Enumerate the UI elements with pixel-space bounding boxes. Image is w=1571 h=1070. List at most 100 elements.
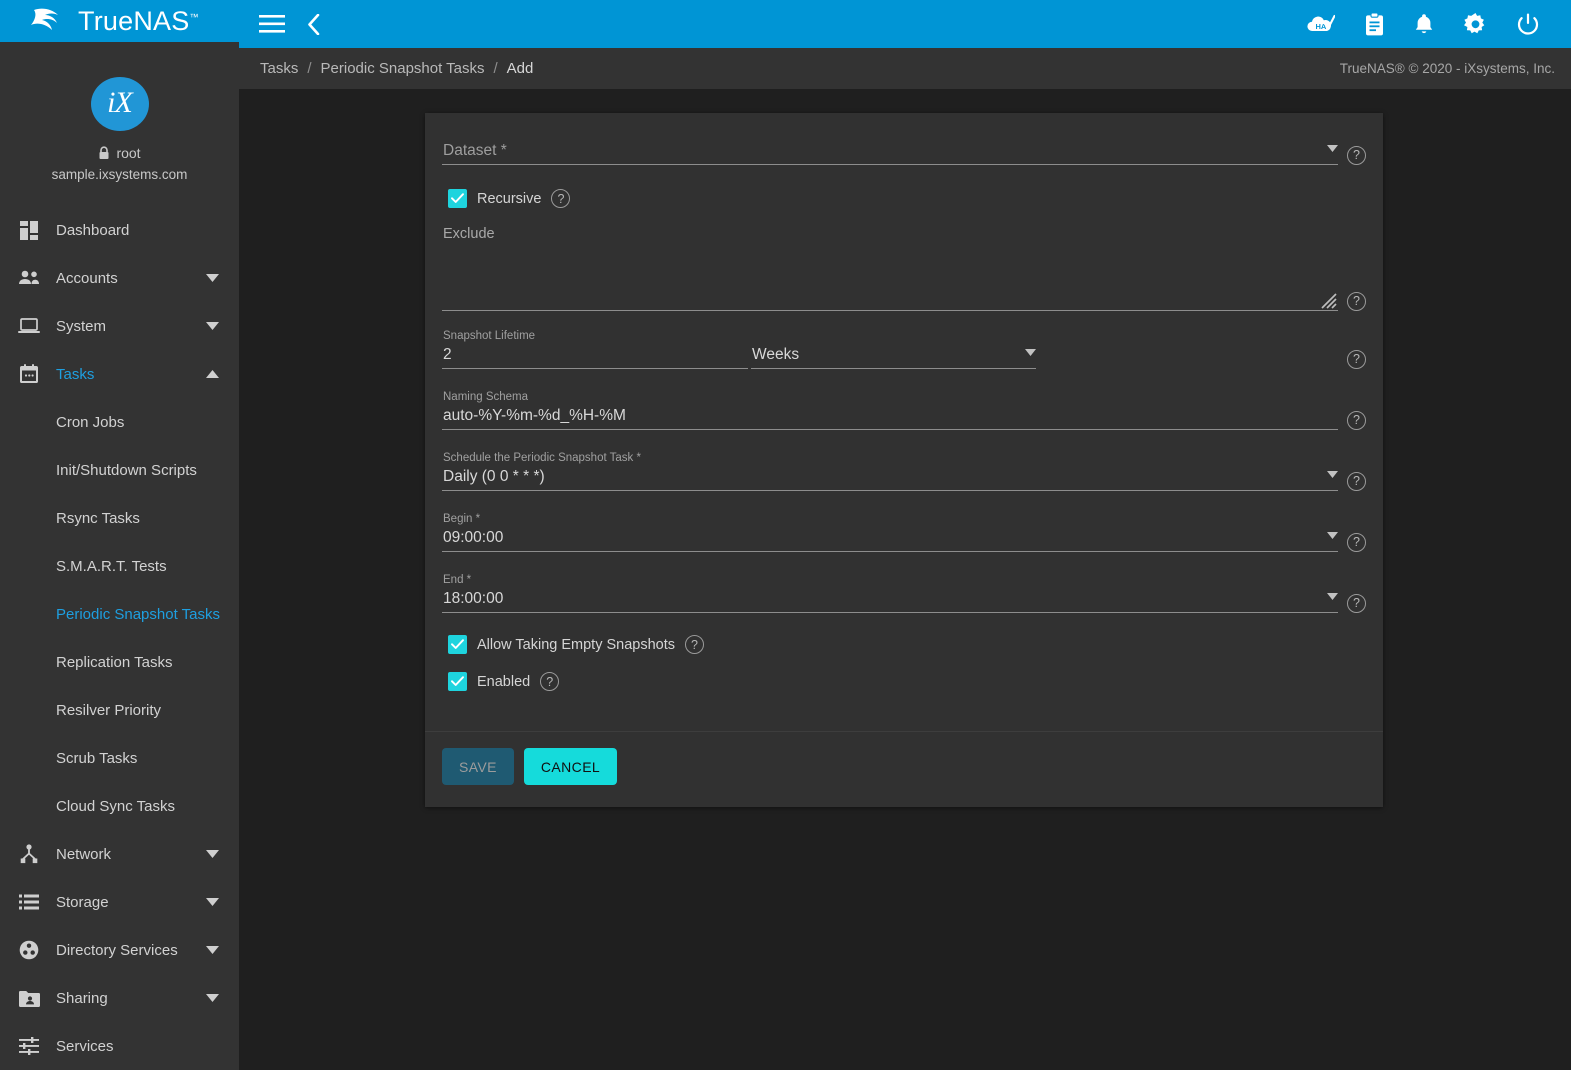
sidebar-item-storage[interactable]: Storage [0,878,239,926]
device-hub-icon [12,844,46,864]
power-icon[interactable] [1517,13,1539,36]
ha-status-icon[interactable]: HA [1305,13,1335,35]
end-label: End * [443,574,472,586]
sidebar-item-periodic-snapshot-tasks[interactable]: Periodic Snapshot Tasks [0,590,239,638]
chevron-up-icon[interactable] [199,370,225,378]
begin-row: Begin * 09:00:00 ? [442,512,1366,552]
breadcrumb-item-periodic-snapshot-tasks[interactable]: Periodic Snapshot Tasks [321,60,485,77]
gear-settings-icon[interactable] [1464,12,1487,36]
app-root: TrueNAS™ iX root sample.ixsystems.com Da… [0,0,1571,1070]
sidebar-item-smart-tests[interactable]: S.M.A.R.T. Tests [0,542,239,590]
sidebar-item-replication-tasks[interactable]: Replication Tasks [0,638,239,686]
tune-sliders-icon [12,1037,46,1055]
sidebar-item-scrub-tasks[interactable]: Scrub Tasks [0,734,239,782]
sidebar-item-dashboard[interactable]: Dashboard [0,206,239,254]
sidebar-nav: Dashboard Accounts System Tasks Cron Job… [0,206,239,1070]
exclude-field[interactable]: Exclude [442,226,1338,311]
sidebar-item-system[interactable]: System [0,302,239,350]
sidebar-subitem-label: Cloud Sync Tasks [56,797,175,815]
cancel-button[interactable]: CANCEL [523,748,618,785]
end-field[interactable]: End * 18:00:00 [442,573,1338,613]
chevron-down-icon[interactable] [199,946,225,954]
snapshot-lifetime-group: Snapshot Lifetime 2 Weeks [442,329,1571,369]
sidebar-item-cloud-sync-tasks[interactable]: Cloud Sync Tasks [0,782,239,830]
allow-empty-snapshots-label: Allow Taking Empty Snapshots [477,636,676,653]
enabled-label: Enabled [477,673,531,690]
help-circle-icon[interactable]: ? [1347,594,1366,613]
begin-select[interactable]: 09:00:00 [442,527,1321,551]
sidebar-item-rsync-tasks[interactable]: Rsync Tasks [0,494,239,542]
hamburger-menu-icon[interactable] [259,15,285,33]
dataset-label: Dataset * [443,142,507,159]
sidebar-item-init-shutdown-scripts[interactable]: Init/Shutdown Scripts [0,446,239,494]
chevron-down-icon[interactable] [199,322,225,330]
chevron-left-icon[interactable] [307,13,320,35]
chevron-down-icon[interactable] [199,898,225,906]
chevron-down-icon[interactable] [1327,465,1338,483]
help-circle-icon[interactable]: ? [1347,411,1366,430]
help-circle-icon[interactable]: ? [685,635,705,654]
schedule-label: Schedule the Periodic Snapshot Task * [443,452,641,464]
chevron-down-icon[interactable] [199,850,225,858]
schedule-field[interactable]: Schedule the Periodic Snapshot Task * Da… [442,451,1338,491]
snapshot-lifetime-unit-select[interactable]: Weeks [751,344,1019,368]
exclude-row: Exclude ? [442,226,1366,311]
chevron-down-icon[interactable] [199,274,225,282]
schedule-select[interactable]: Daily (0 0 * * *) [442,466,1321,490]
ixsystems-logo-icon: iX [90,77,149,131]
help-circle-icon[interactable]: ? [1347,472,1366,491]
sidebar-item-cron-jobs[interactable]: Cron Jobs [0,398,239,446]
form-actions: SAVE CANCEL [425,732,1383,807]
snapshot-lifetime-value-field[interactable]: Snapshot Lifetime 2 [442,329,748,369]
sidebar-subitem-label: Scrub Tasks [56,749,138,767]
breadcrumb-item-tasks[interactable]: Tasks [260,60,298,77]
breadcrumb-separator: / [307,60,312,77]
naming-schema-row: Naming Schema auto-%Y-%m-%d_%H-%M ? [442,390,1366,430]
bell-alerts-icon[interactable] [1414,13,1434,36]
naming-schema-field[interactable]: Naming Schema auto-%Y-%m-%d_%H-%M [442,390,1338,430]
sidebar-item-accounts[interactable]: Accounts [0,254,239,302]
sidebar-item-network[interactable]: Network [0,830,239,878]
snapshot-lifetime-unit-field[interactable]: Weeks [751,343,1036,369]
snapshot-lifetime-input[interactable]: 2 [442,344,748,368]
end-select[interactable]: 18:00:00 [442,588,1321,612]
allow-empty-snapshots-checkbox[interactable] [448,635,467,654]
help-circle-icon[interactable]: ? [1347,533,1366,552]
help-circle-icon[interactable]: ? [540,672,560,691]
content-area: Dataset * ? Recursive ? Exclude ? Snapsh… [239,89,1571,1070]
sidebar-item-resilver-priority[interactable]: Resilver Priority [0,686,239,734]
help-circle-icon[interactable]: ? [551,189,571,208]
brand-header: TrueNAS™ [0,0,239,42]
sidebar-item-services[interactable]: Services [0,1022,239,1070]
textarea-resize-handle-icon[interactable] [1321,293,1337,309]
calendar-icon [12,364,46,384]
folder-shared-icon [12,990,46,1007]
people-icon [12,270,46,286]
chevron-down-icon[interactable] [1025,343,1036,361]
chevron-down-icon[interactable] [1327,139,1338,157]
account-block: iX root sample.ixsystems.com [0,42,239,182]
naming-schema-input[interactable]: auto-%Y-%m-%d_%H-%M [442,405,1338,429]
dataset-field[interactable]: Dataset * [442,139,1338,165]
help-circle-icon[interactable]: ? [1347,292,1366,311]
help-circle-icon[interactable]: ? [1347,146,1366,165]
sidebar-item-sharing[interactable]: Sharing [0,974,239,1022]
chevron-down-icon[interactable] [1327,526,1338,544]
recursive-checkbox[interactable] [448,189,467,208]
enabled-checkbox[interactable] [448,672,467,691]
begin-field[interactable]: Begin * 09:00:00 [442,512,1338,552]
sidebar-item-directory-services[interactable]: Directory Services [0,926,239,974]
chevron-down-icon[interactable] [199,994,225,1002]
exclude-textarea[interactable] [442,253,1338,311]
storage-list-icon [12,894,46,910]
recursive-label: Recursive [477,190,542,207]
sidebar-subitem-label: Rsync Tasks [56,509,140,527]
sidebar-subitem-label: S.M.A.R.T. Tests [56,557,167,575]
recursive-checkbox-row: Recursive ? [448,189,1366,208]
end-row: End * 18:00:00 ? [442,573,1366,613]
clipboard-tasks-icon[interactable] [1365,12,1384,36]
save-button[interactable]: SAVE [442,748,514,785]
sidebar-item-tasks[interactable]: Tasks [0,350,239,398]
directory-services-icon [12,940,46,960]
chevron-down-icon[interactable] [1327,587,1338,605]
